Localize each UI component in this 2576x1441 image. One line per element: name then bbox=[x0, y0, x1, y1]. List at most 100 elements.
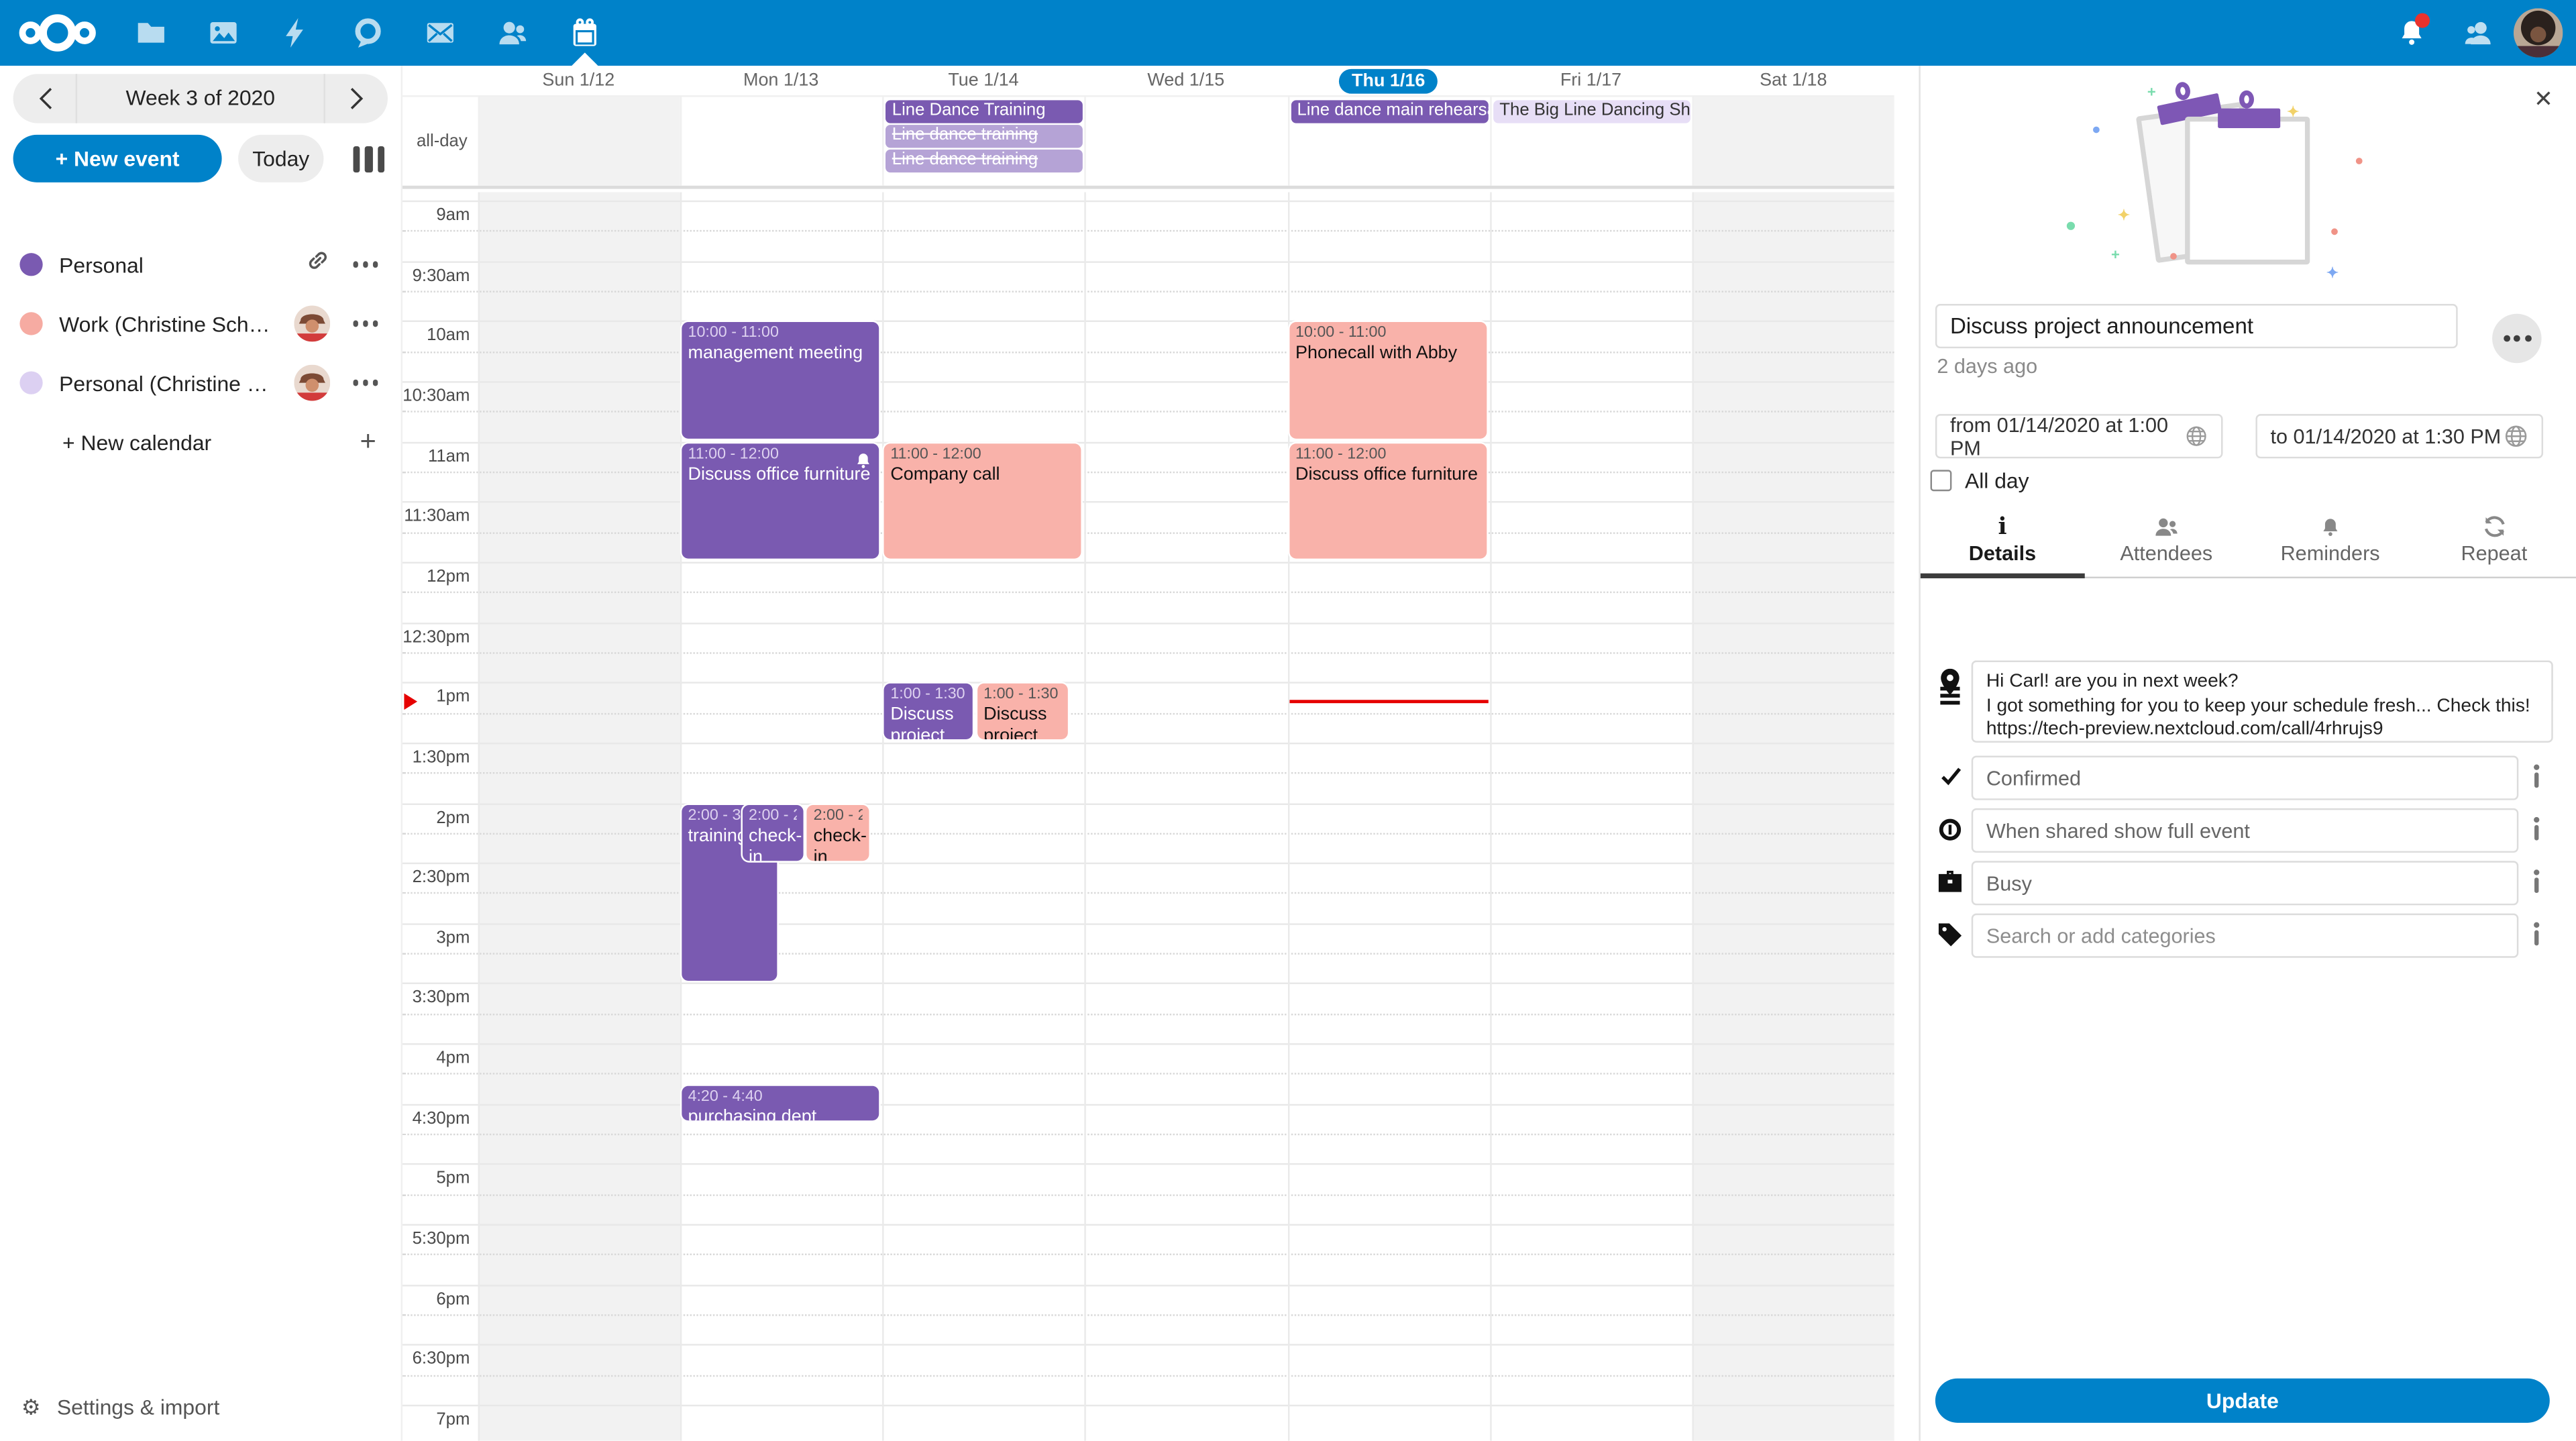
calendar-event[interactable]: 2:00 - 2:30check-in bbox=[807, 804, 869, 861]
all-day-cell[interactable]: Line Dance Training Line dance training Li… bbox=[882, 97, 1085, 185]
nextcloud-logo-icon[interactable] bbox=[0, 7, 115, 59]
contacts-icon[interactable] bbox=[476, 0, 549, 66]
calendar-menu-icon[interactable] bbox=[349, 314, 381, 333]
event-title-input[interactable] bbox=[1935, 304, 2458, 348]
new-event-button[interactable]: + New event bbox=[13, 135, 222, 182]
calendar-menu-icon[interactable] bbox=[349, 374, 381, 392]
talk-icon[interactable] bbox=[332, 0, 405, 66]
user-avatar[interactable] bbox=[2514, 8, 2563, 57]
end-datetime-value: to 01/14/2020 at 1:30 PM bbox=[2270, 425, 2501, 447]
all-day-checkbox[interactable]: All day bbox=[1931, 468, 2029, 493]
calendar-event[interactable]: 11:00 - 12:00Discuss office furniture bbox=[1289, 443, 1486, 559]
share-link-icon[interactable] bbox=[305, 248, 329, 281]
status-info-icon[interactable] bbox=[2528, 764, 2544, 789]
sidebar-calendar-item[interactable]: Work (Christine Schott) bbox=[0, 294, 401, 353]
app-root: Week 3 of 2020 + New event Today Persona… bbox=[0, 0, 2576, 1441]
week-label[interactable]: Week 3 of 2020 bbox=[76, 74, 325, 123]
next-week-button[interactable] bbox=[325, 74, 388, 123]
clipboard-illustration: + + ✦ ✦ ✦ bbox=[1921, 89, 2576, 272]
all-day-cell[interactable]: The Big Line Dancing Show bbox=[1490, 97, 1693, 185]
app-icon-strip bbox=[115, 0, 621, 66]
time-label: 9am bbox=[402, 205, 470, 225]
tab-details[interactable]: iDetails bbox=[1921, 509, 2084, 576]
today-button[interactable]: Today bbox=[238, 135, 323, 182]
hour-line bbox=[402, 1164, 1894, 1165]
details-tab-icon: i bbox=[1921, 515, 2084, 539]
event-actions-menu-icon[interactable] bbox=[2492, 314, 2541, 363]
calendar-event[interactable]: 10:00 - 11:00Phonecall with Abby bbox=[1289, 323, 1486, 439]
all-day-event[interactable]: Line dance main rehearsal bbox=[1291, 100, 1488, 122]
sidebar-calendar-item[interactable]: Personal bbox=[0, 235, 401, 294]
end-datetime-field[interactable]: to 01/14/2020 at 1:30 PM bbox=[2255, 414, 2543, 458]
status-select[interactable]: Confirmed bbox=[1972, 756, 2519, 800]
event-title: check-in bbox=[749, 826, 798, 861]
calendar-icon[interactable] bbox=[549, 0, 621, 66]
column-border bbox=[882, 193, 883, 1441]
calendar-event[interactable]: 1:00 - 1:30Discuss project announcement bbox=[884, 684, 972, 740]
hour-line bbox=[402, 1043, 1894, 1045]
calendar-event[interactable]: 4:20 - 4:40purchasing dept bbox=[682, 1085, 879, 1122]
calendar-event[interactable]: 1:00 - 1:30Discuss project bbox=[977, 684, 1067, 740]
photos-icon[interactable] bbox=[187, 0, 260, 66]
calendar-event[interactable]: 11:00 - 12:00Company call bbox=[884, 443, 1081, 559]
previous-week-button[interactable] bbox=[13, 74, 76, 123]
categories-input[interactable] bbox=[1972, 914, 2519, 958]
new-calendar-button[interactable]: + New calendar+ bbox=[0, 413, 401, 472]
tab-reminders[interactable]: Reminders bbox=[2248, 509, 2412, 576]
time-label: 11am bbox=[402, 446, 470, 466]
all-day-event[interactable]: Line dance training bbox=[885, 150, 1083, 172]
quarter-line bbox=[402, 1375, 1894, 1376]
calendar-event[interactable]: 10:00 - 11:00management meeting bbox=[682, 323, 879, 439]
hour-line bbox=[402, 261, 1894, 262]
time-label: 2:30pm bbox=[402, 867, 470, 887]
start-datetime-field[interactable]: from 01/14/2020 at 1:00 PM bbox=[1935, 414, 2223, 458]
reminders-tab-icon bbox=[2248, 515, 2412, 539]
timezone-globe-icon[interactable] bbox=[2185, 424, 2208, 449]
sidebar-calendar-item[interactable]: Personal (Christine Schott) bbox=[0, 354, 401, 413]
hour-line bbox=[402, 682, 1894, 684]
all-day-cell[interactable]: Line dance main rehearsal bbox=[1287, 97, 1490, 185]
notifications-bell-icon[interactable] bbox=[2379, 0, 2445, 66]
repeat-tab-icon bbox=[2412, 515, 2576, 539]
time-label: 6pm bbox=[402, 1289, 470, 1309]
visibility-select[interactable]: When shared show full event bbox=[1972, 808, 2519, 853]
calendar-color-dot bbox=[19, 312, 42, 335]
calendar-event[interactable]: 11:00 - 12:00Discuss office furniture bbox=[682, 443, 879, 559]
tab-attendees[interactable]: Attendees bbox=[2084, 509, 2248, 576]
tab-repeat[interactable]: Repeat bbox=[2412, 509, 2576, 576]
checkbox-box[interactable] bbox=[1931, 470, 1952, 491]
event-title: Discuss project bbox=[983, 705, 1061, 740]
contacts-menu-icon[interactable] bbox=[2445, 0, 2510, 66]
calendar-color-dot bbox=[19, 253, 42, 276]
calendar-event[interactable]: 2:00 - 2:30check-in bbox=[742, 804, 804, 861]
all-day-event[interactable]: The Big Line Dancing Show bbox=[1493, 100, 1690, 122]
all-day-cell[interactable] bbox=[1692, 97, 1894, 185]
owner-avatar bbox=[293, 365, 329, 401]
all-day-event[interactable]: Line Dance Training bbox=[885, 100, 1083, 122]
visibility-value: When shared show full event bbox=[1986, 819, 2250, 842]
visibility-info-icon[interactable] bbox=[2528, 816, 2544, 841]
description-textarea[interactable]: Hi Carl! are you in next week? I got som… bbox=[1972, 660, 2553, 742]
all-day-cell[interactable] bbox=[1085, 97, 1287, 185]
all-day-event[interactable]: Line dance training bbox=[885, 125, 1083, 147]
mail-icon[interactable] bbox=[404, 0, 476, 66]
time-label: 12pm bbox=[402, 567, 470, 586]
time-grid[interactable]: 9am9:30am10am10:30am11am11:30am12pm12:30… bbox=[402, 193, 1894, 1441]
freebusy-info-icon[interactable] bbox=[2528, 869, 2544, 894]
all-day-cell[interactable] bbox=[477, 97, 680, 185]
column-border bbox=[1085, 193, 1086, 1441]
files-icon[interactable] bbox=[115, 0, 187, 66]
calendar-menu-icon[interactable] bbox=[349, 255, 381, 274]
settings-import-button[interactable]: ⚙ Settings & import bbox=[0, 1372, 401, 1441]
activity-icon[interactable] bbox=[260, 0, 332, 66]
all-day-cell[interactable] bbox=[680, 97, 882, 185]
timezone-globe-icon[interactable] bbox=[2504, 424, 2528, 449]
categories-info-icon[interactable] bbox=[2528, 922, 2544, 947]
freebusy-select[interactable]: Busy bbox=[1972, 861, 2519, 905]
topbar-right bbox=[2379, 0, 2576, 66]
editor-tabs: iDetailsAttendeesRemindersRepeat bbox=[1921, 509, 2576, 578]
event-time: 2:00 - 2:30 bbox=[749, 806, 798, 825]
hour-line bbox=[402, 321, 1894, 322]
update-button[interactable]: Update bbox=[1935, 1379, 2550, 1423]
view-toggle-icon[interactable] bbox=[349, 139, 388, 178]
